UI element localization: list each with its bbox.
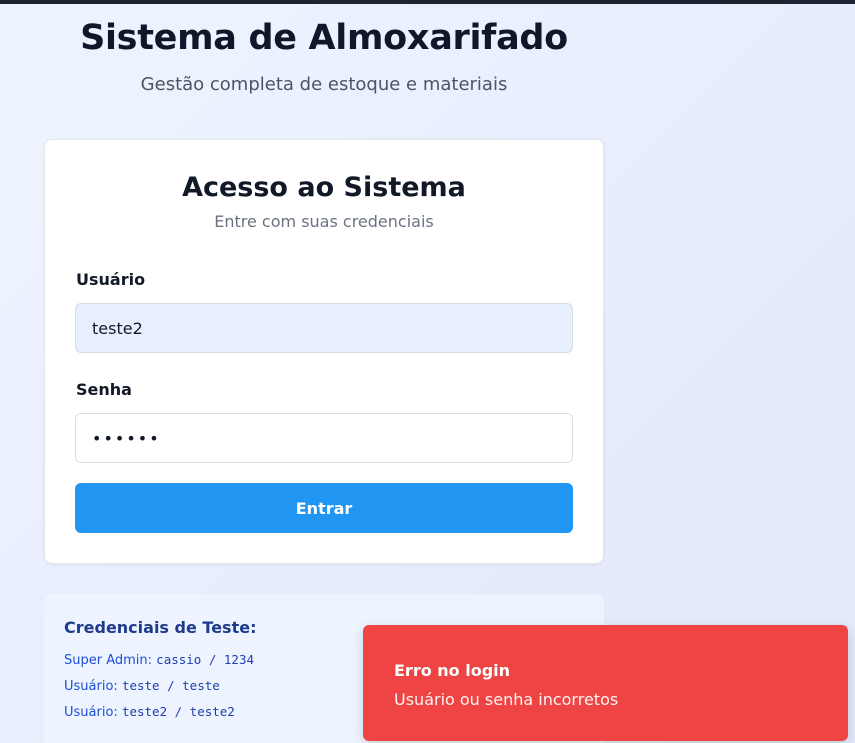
credential-value: teste2 / teste2 [121, 704, 235, 719]
credential-role: Usuário: [64, 679, 118, 694]
toast-title: Erro no login [394, 661, 511, 680]
top-bar [0, 0, 855, 4]
credential-role: Super Admin: [64, 653, 153, 668]
login-card: Acesso ao Sistema Entre com suas credenc… [44, 139, 604, 564]
credential-value: teste / teste [121, 678, 220, 693]
login-title: Acesso ao Sistema [182, 172, 466, 203]
login-submit-button[interactable]: Entrar [75, 483, 573, 533]
credential-role: Usuário: [64, 705, 118, 720]
credential-value: cassio / 1234 [156, 652, 255, 667]
password-input[interactable] [75, 413, 573, 463]
credential-item: Super Admin: cassio / 1234 [64, 652, 254, 668]
credential-item: Usuário: teste / teste [64, 678, 220, 694]
error-toast[interactable]: Erro no login Usuário ou senha incorreto… [363, 625, 848, 741]
toast-message: Usuário ou senha incorretos [394, 690, 619, 709]
credentials-title: Credenciais de Teste: [64, 618, 257, 637]
app-subtitle: Gestão completa de estoque e materiais [140, 74, 508, 95]
login-subtitle: Entre com suas credenciais [214, 212, 434, 231]
username-label: Usuário [76, 270, 146, 289]
username-input[interactable] [75, 303, 573, 353]
password-label: Senha [76, 380, 132, 399]
credential-item: Usuário: teste2 / teste2 [64, 704, 235, 720]
app-title: Sistema de Almoxarifado [80, 18, 568, 58]
